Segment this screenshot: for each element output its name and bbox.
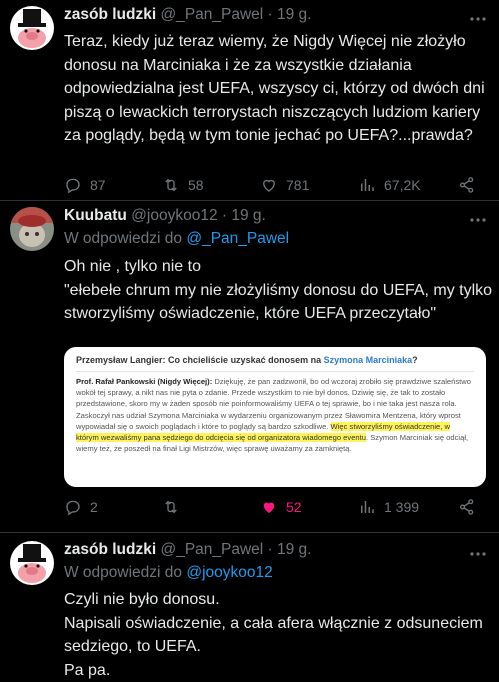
tweet[interactable]: zasób ludzki @_Pan_Pawel · 19 g. W odpow… [0,533,499,680]
retweet-button[interactable]: 58 [162,176,204,194]
share-button[interactable] [458,498,484,516]
tweet-text: Oh nie , tylko nie to "ełebełe chrum my … [64,258,493,322]
reply-context: W odpowiedzi do @_Pan_Pawel [64,230,289,248]
author-name[interactable]: Kuubatu [64,207,127,224]
author-handle[interactable]: @jooykoo12 · 19 g. [131,207,266,224]
embedded-image[interactable]: Przemysław Langier: Co chcieliście uzysk… [64,347,486,487]
avatar[interactable] [10,6,54,50]
retweet-button[interactable] [162,498,188,516]
more-icon[interactable] [469,211,487,229]
reply-count: 2 [90,499,98,515]
tweet-text: Czyli nie było donosu. Napisali oświadcz… [64,591,483,679]
views-icon [361,179,374,191]
author-name[interactable]: zasób ludzki [64,6,156,23]
avatar[interactable] [10,207,54,251]
tweet-text: Teraz, kiedy już teraz wiemy, że Nigdy W… [64,33,485,144]
reply-prefix: W odpowiedzi do [64,230,187,247]
views-icon [361,501,374,513]
reply-button[interactable]: 2 [64,498,98,516]
embed-question: Przemysław Langier: Co chcieliście uzysk… [76,355,418,365]
reply-icon [66,500,80,516]
share-button[interactable] [458,176,484,194]
embed-body: Prof. Rafał Pankowski (Nigdy Więcej): Dz… [76,377,471,454]
views-button[interactable]: 67,2K [358,176,421,194]
reply-to-link[interactable]: @jooykoo12 [186,564,272,581]
author-handle[interactable]: @_Pan_Pawel · 19 g. [160,541,311,558]
author-handle[interactable]: @_Pan_Pawel · 19 g. [160,6,311,23]
share-icon [459,499,474,515]
reply-prefix: W odpowiedzi do [64,564,187,581]
like-count: 52 [286,499,302,515]
retweet-icon [165,178,177,192]
reply-button[interactable]: 87 [64,176,106,194]
reply-context: W odpowiedzi do @jooykoo12 [64,564,273,582]
retweet-count: 58 [188,177,204,193]
views-button[interactable]: 1 399 [358,498,419,516]
like-icon [263,179,275,192]
author-name[interactable]: zasób ludzki [64,541,156,558]
avatar[interactable] [10,541,54,585]
like-count: 781 [286,177,310,193]
views-count: 1 399 [384,499,420,515]
views-count: 67,2K [384,177,421,193]
share-icon [459,177,474,193]
retweet-icon [165,500,177,514]
embed-divider [76,371,474,372]
reply-count: 87 [90,177,106,193]
reply-icon [66,178,80,194]
embed-speaker: Prof. Rafał Pankowski (Nigdy Więcej): [76,377,213,386]
like-button[interactable]: 781 [260,176,309,194]
more-icon[interactable] [469,10,487,28]
tweet[interactable]: zasób ludzki @_Pan_Pawel · 19 g. Teraz, … [0,0,499,199]
like-icon [263,502,275,513]
like-button[interactable]: 52 [260,498,302,516]
reply-to-link[interactable]: @_Pan_Pawel [186,230,289,247]
more-icon[interactable] [469,545,487,563]
